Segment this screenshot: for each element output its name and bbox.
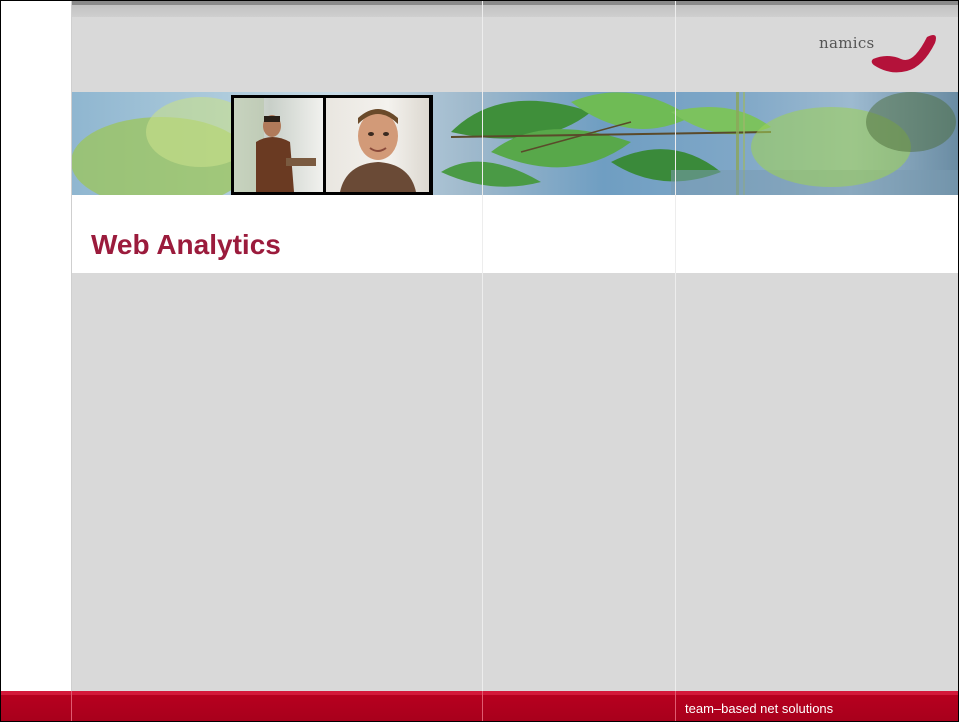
slide-title: Web Analytics bbox=[91, 229, 281, 260]
photo-smiling-man bbox=[326, 98, 429, 192]
footer-divider bbox=[482, 691, 483, 721]
footer-divider bbox=[71, 691, 72, 721]
footer-tagline: team–based net solutions bbox=[685, 701, 834, 716]
content-area bbox=[71, 273, 958, 691]
column-divider bbox=[71, 1, 72, 721]
column-divider bbox=[482, 1, 483, 721]
slide: namics Web Analytics team–based net solu… bbox=[0, 0, 959, 722]
leaves-illustration bbox=[71, 92, 958, 195]
footer-highlight bbox=[1, 691, 958, 695]
header-banner-image bbox=[71, 92, 958, 195]
column-divider bbox=[675, 1, 676, 721]
namics-logo: namics bbox=[811, 27, 951, 79]
photo-man-at-desk bbox=[234, 98, 323, 192]
top-strip-accent bbox=[71, 1, 958, 5]
swoosh-icon bbox=[871, 35, 936, 73]
photo-collage bbox=[231, 95, 433, 195]
left-margin bbox=[1, 1, 71, 721]
footer-divider bbox=[675, 691, 676, 721]
